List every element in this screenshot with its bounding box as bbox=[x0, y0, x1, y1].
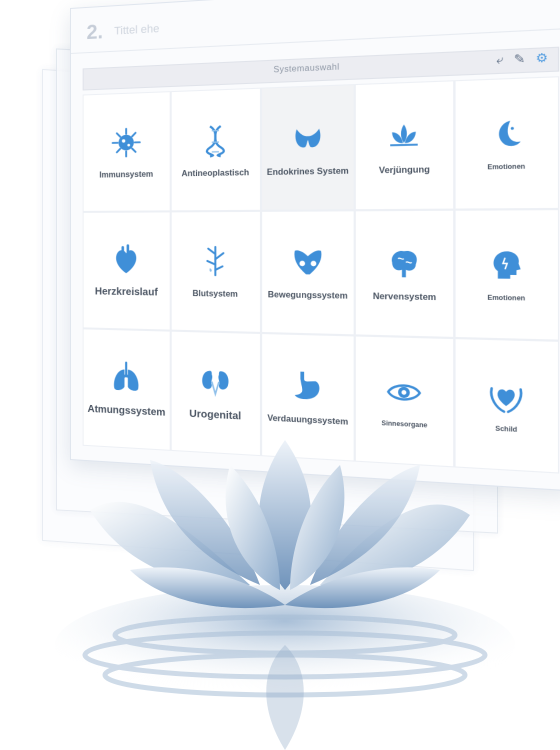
tile-blutsystem[interactable]: Blutsystem bbox=[170, 210, 261, 334]
tile-immunsystem[interactable]: Immunsystem bbox=[82, 91, 171, 212]
tile-emotionen[interactable]: Emotionen bbox=[454, 76, 560, 210]
heart-icon bbox=[116, 243, 137, 274]
window-header: 2. Tittel ehe bbox=[70, 0, 560, 54]
pelvis-icon bbox=[293, 250, 321, 276]
settings-icon[interactable]: ⚙ bbox=[533, 50, 550, 67]
tile-label: Emotionen bbox=[487, 295, 526, 303]
step-label: Tittel ehe bbox=[114, 22, 160, 38]
tile-label: Nervensystem bbox=[372, 291, 437, 303]
tile-label: Blutsystem bbox=[192, 289, 238, 300]
stomach-icon bbox=[294, 371, 319, 400]
tile-bewegungssystem[interactable]: Bewegungssystem bbox=[260, 209, 356, 336]
tile-endokrines-system[interactable]: Endokrines System bbox=[260, 84, 356, 211]
tile-antineoplastisch[interactable]: Antineoplastisch bbox=[170, 87, 261, 212]
head-mind-icon bbox=[493, 251, 521, 279]
tile-label: Bewegungssystem bbox=[267, 290, 348, 302]
virus-icon bbox=[109, 125, 143, 160]
tile-label: Immunsystem bbox=[99, 169, 154, 180]
tile-nervensystem[interactable]: Nervensystem bbox=[355, 209, 455, 339]
tile-emotionen-2[interactable]: Emotionen bbox=[454, 208, 560, 342]
system-grid: Immunsystem Antineoplastisch Endokrines … bbox=[82, 76, 560, 474]
tile-label: Endokrines System bbox=[266, 165, 349, 177]
tile-label: Atmungssystem bbox=[87, 403, 166, 419]
step-number: 2. bbox=[86, 21, 103, 45]
tile-label: Emotionen bbox=[487, 164, 526, 172]
hands-heart-icon bbox=[486, 376, 527, 416]
edit-pen-icon[interactable]: ✎ bbox=[511, 51, 528, 67]
lungs-icon bbox=[113, 361, 139, 392]
back-arrow-icon[interactable]: ⤶ bbox=[492, 52, 509, 68]
tile-label: Verjüngung bbox=[378, 164, 430, 176]
toolbar-title: Systemauswahl bbox=[273, 62, 340, 75]
lotus-icon bbox=[385, 124, 424, 154]
system-selection-window: 2. Tittel ehe Systemauswahl ⤶ ✎ ⚙ Immuns… bbox=[70, 0, 560, 492]
kidneys-icon bbox=[201, 370, 229, 401]
moon-face-icon bbox=[499, 120, 521, 147]
tile-herzkreislauf[interactable]: Herzkreislauf bbox=[82, 211, 171, 331]
tile-label: Antineoplastisch bbox=[181, 167, 250, 179]
eye-icon bbox=[385, 373, 424, 412]
blood-vessels-icon bbox=[197, 244, 233, 280]
dna-icon bbox=[197, 122, 233, 158]
brain-icon bbox=[392, 251, 418, 278]
thyroid-icon bbox=[294, 128, 320, 148]
lotus-decoration bbox=[55, 440, 515, 750]
tile-label: Herzkreislauf bbox=[94, 286, 158, 300]
tile-verjuengung[interactable]: Verjüngung bbox=[355, 80, 455, 210]
